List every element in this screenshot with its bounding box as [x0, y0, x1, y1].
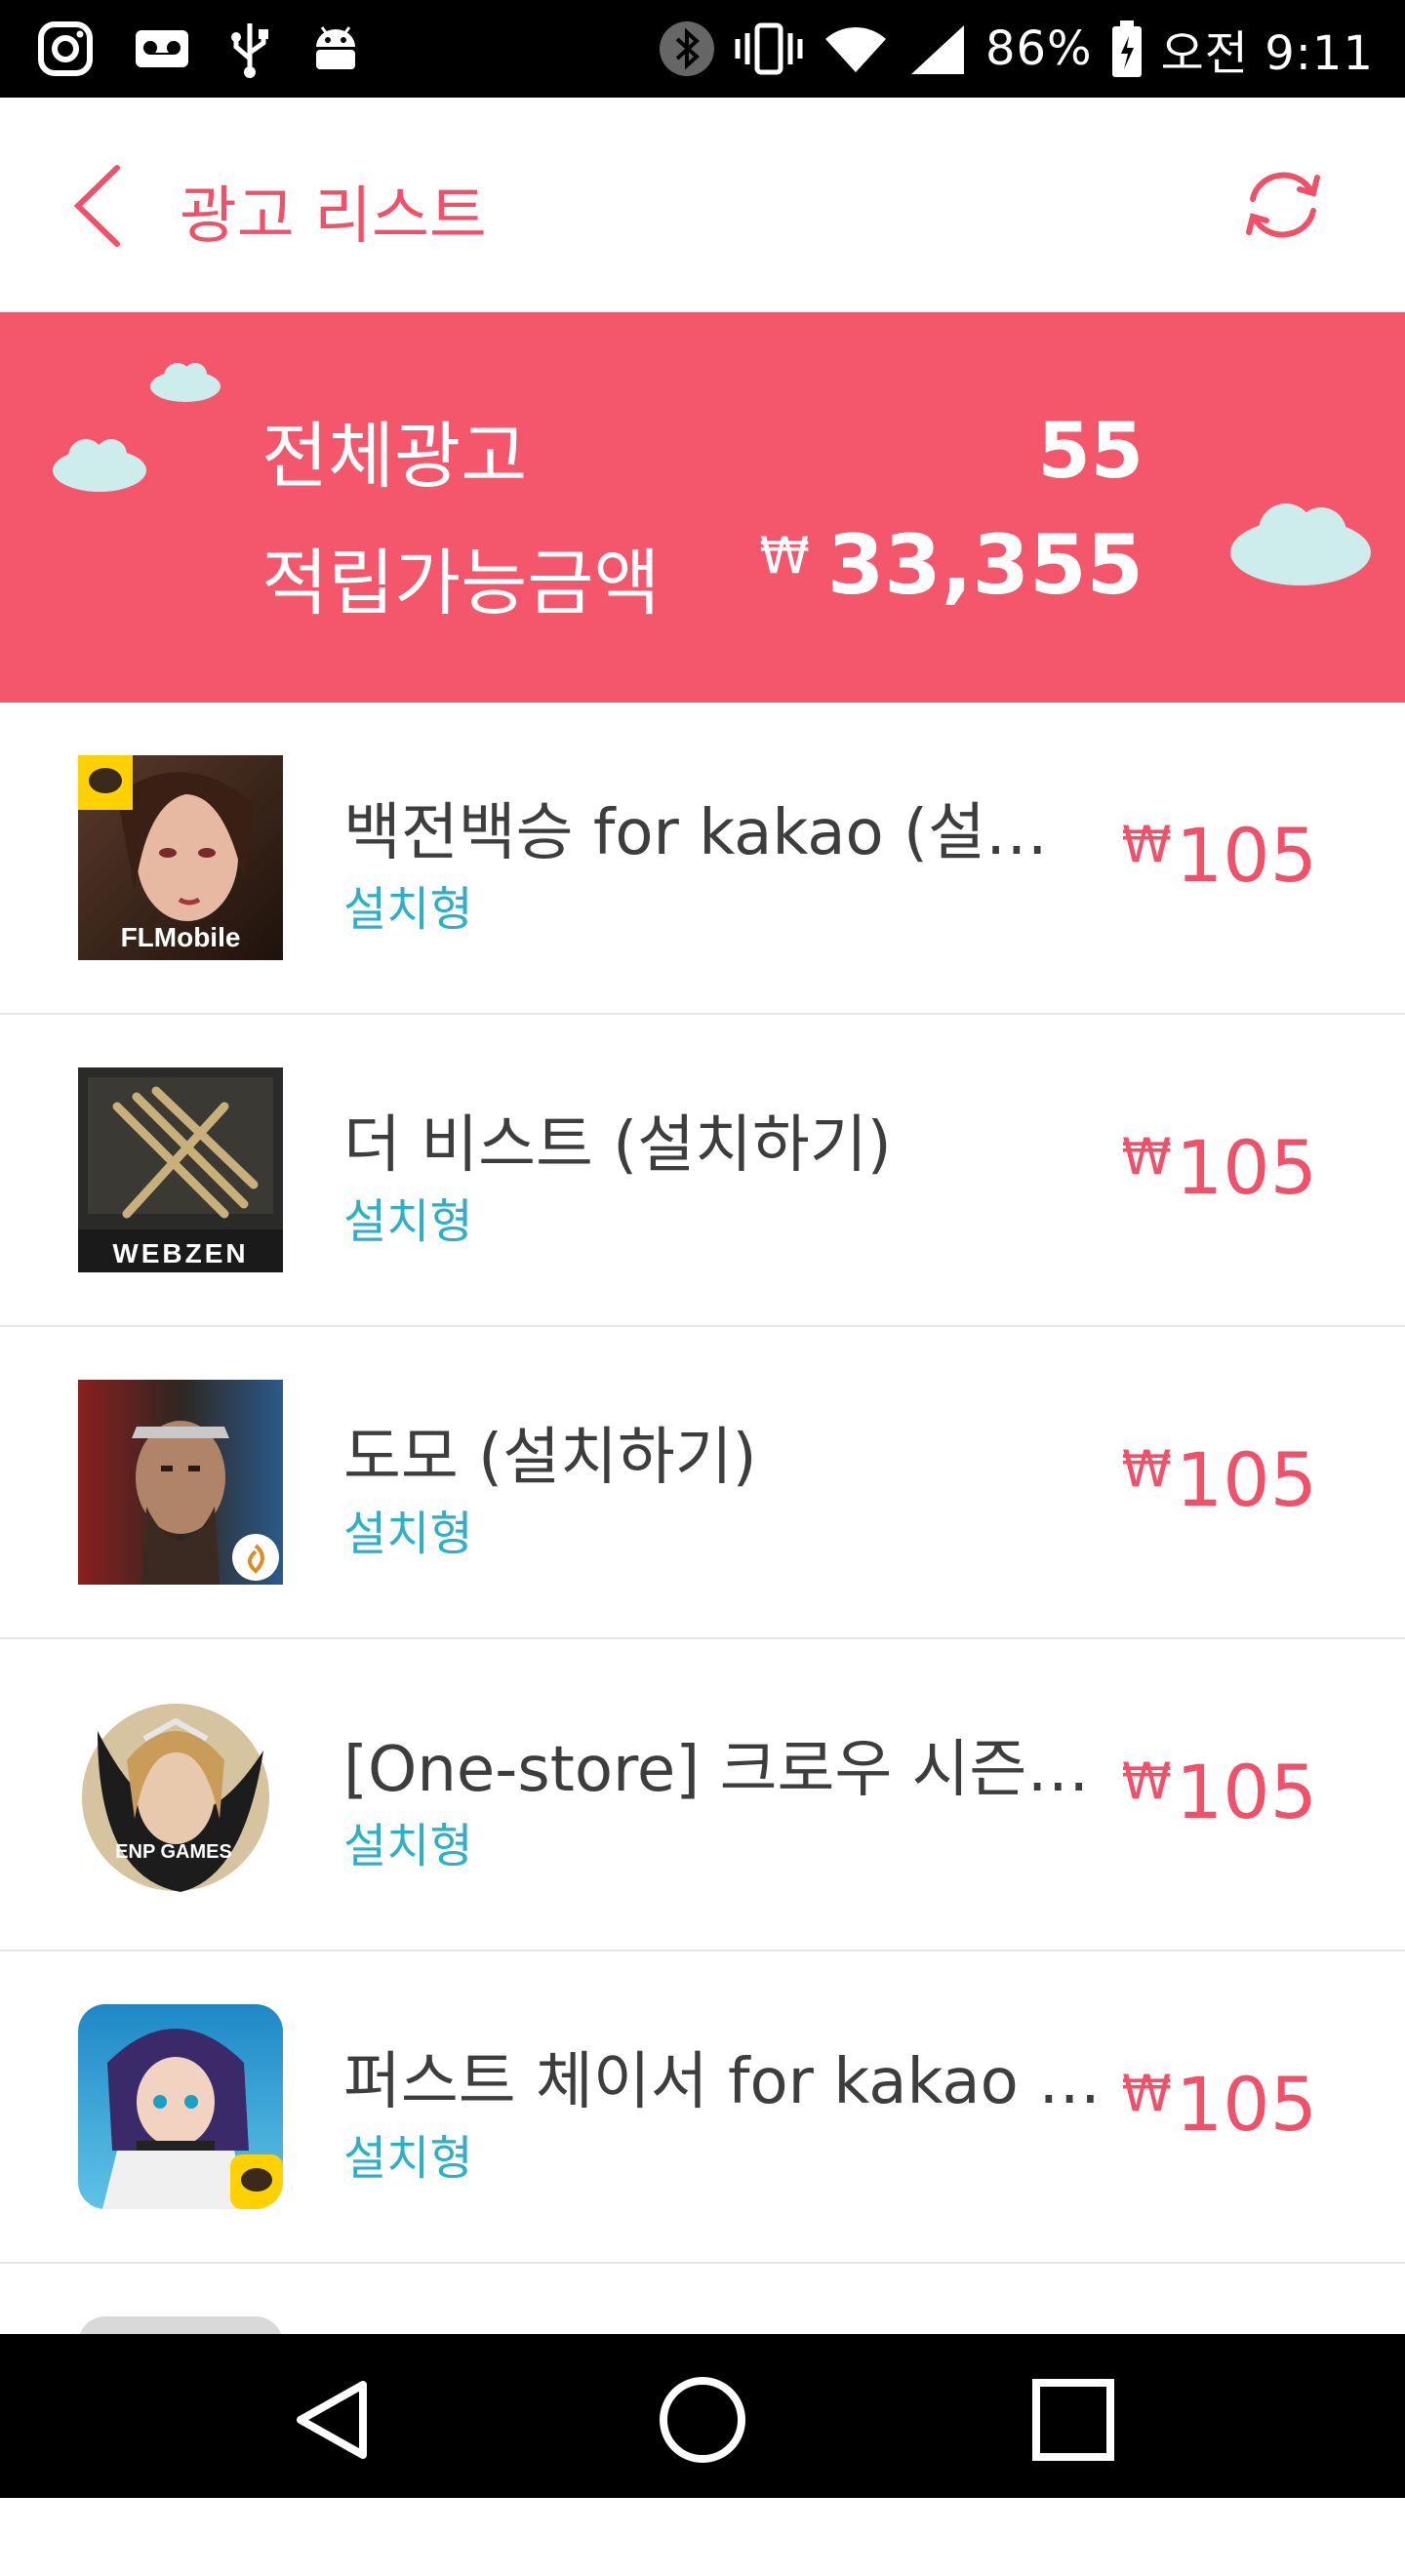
available-amount-label: 적립가능금액 [261, 542, 661, 625]
list-item[interactable]: FLMobile 백전백승 for kakao (설치하기) 설치형 ₩ 105 [0, 703, 1405, 1015]
ad-title: 백전백승 for kakao (설치하기) [343, 797, 1104, 869]
ad-price: ₩ 105 [1122, 2061, 1317, 2148]
ad-price-value: 105 [1175, 1749, 1317, 1835]
ad-type: 설치형 [343, 2131, 473, 2186]
ad-type: 설치형 [343, 1819, 473, 1873]
ad-price: ₩ 105 [1122, 812, 1317, 899]
ad-price-value: 105 [1175, 812, 1317, 899]
app-icon: WEBZEN [78, 1067, 283, 1272]
ad-title: [One-store] 크로우 시즌2(설치하기) [343, 1734, 1104, 1806]
chevron-left-icon[interactable] [68, 162, 127, 250]
usb-icon [231, 23, 268, 78]
app-bar: 광고 리스트 [0, 98, 1405, 312]
available-amount: ₩ 33,355 [759, 517, 1144, 613]
svg-text:WEBZEN: WEBZEN [112, 1238, 248, 1268]
app-icon [78, 1380, 283, 1585]
android-icon [316, 26, 355, 69]
refresh-icon[interactable] [1239, 166, 1327, 244]
vibrate-icon [735, 22, 803, 75]
total-ads-label: 전체광고 [261, 415, 528, 499]
recents-square-icon[interactable] [1024, 2371, 1122, 2469]
app-icon [78, 2004, 283, 2209]
home-circle-icon[interactable] [654, 2371, 751, 2469]
ad-list: FLMobile 백전백승 for kakao (설치하기) 설치형 ₩ 105… [0, 703, 1405, 2576]
page-title: 광고 리스트 [180, 181, 487, 253]
list-item[interactable]: 퍼스트 체이서 for kakao (설치하기) 설치형 ₩ 105 [0, 1952, 1405, 2264]
list-item[interactable]: WEBZEN 더 비스트 (설치하기) 설치형 ₩ 105 [0, 1015, 1405, 1327]
app-icon: FLMobile [78, 755, 283, 960]
svg-text:ENP GAMES: ENP GAMES [115, 1841, 232, 1863]
ad-price-value: 105 [1175, 1124, 1317, 1211]
ad-type: 설치형 [343, 1194, 473, 1249]
list-item[interactable]: 도모 (설치하기) 설치형 ₩ 105 [0, 1327, 1405, 1639]
currency-symbol: ₩ [1121, 1128, 1172, 1187]
ad-price-value: 105 [1175, 2061, 1317, 2148]
ad-price: ₩ 105 [1122, 1749, 1317, 1835]
clock: 오전 9:11 [1160, 26, 1374, 81]
total-ads-count: 55 [1037, 408, 1144, 496]
status-left [37, 0, 363, 98]
status-right: 86% 오전 9:11 [658, 0, 1374, 98]
signal-icon [910, 25, 964, 74]
cloud-decoration-icon [1230, 503, 1371, 585]
wifi-icon [824, 26, 886, 72]
app-icon: ENP GAMES [78, 1692, 283, 1897]
ad-price-value: 105 [1175, 1436, 1317, 1523]
currency-symbol: ₩ [759, 527, 810, 585]
available-amount-value: 33,355 [826, 517, 1144, 613]
battery-percent: 86% [984, 21, 1093, 76]
voicemail-icon [136, 30, 188, 67]
back-triangle-icon[interactable] [283, 2371, 381, 2469]
ad-type: 설치형 [343, 1507, 473, 1561]
ad-price: ₩ 105 [1122, 1436, 1317, 1523]
currency-symbol: ₩ [1121, 1752, 1172, 1811]
list-item[interactable]: ENP GAMES [One-store] 크로우 시즌2(설치하기) 설치형 … [0, 1639, 1405, 1952]
ad-title: 퍼스트 체이서 for kakao (설치하기) [343, 2046, 1104, 2118]
currency-symbol: ₩ [1121, 1440, 1172, 1499]
instagram-icon [38, 21, 93, 76]
summary-banner: 전체광고 55 적립가능금액 ₩ 33,355 [0, 312, 1405, 703]
cloud-decoration-icon [53, 439, 146, 492]
status-bar: 86% 오전 9:11 [0, 0, 1405, 98]
navigation-bar [0, 2334, 1405, 2498]
ad-price: ₩ 105 [1122, 1124, 1317, 1211]
currency-symbol: ₩ [1121, 816, 1172, 874]
ad-title: 도모 (설치하기) [343, 1422, 757, 1494]
ad-title: 더 비스트 (설치하기) [343, 1109, 892, 1182]
battery-icon [1111, 20, 1142, 77]
cloud-decoration-icon [150, 363, 221, 402]
ad-type: 설치형 [343, 882, 473, 937]
currency-symbol: ₩ [1121, 2065, 1172, 2123]
bluetooth-icon [659, 21, 714, 76]
svg-text:FLMobile: FLMobile [121, 922, 241, 952]
